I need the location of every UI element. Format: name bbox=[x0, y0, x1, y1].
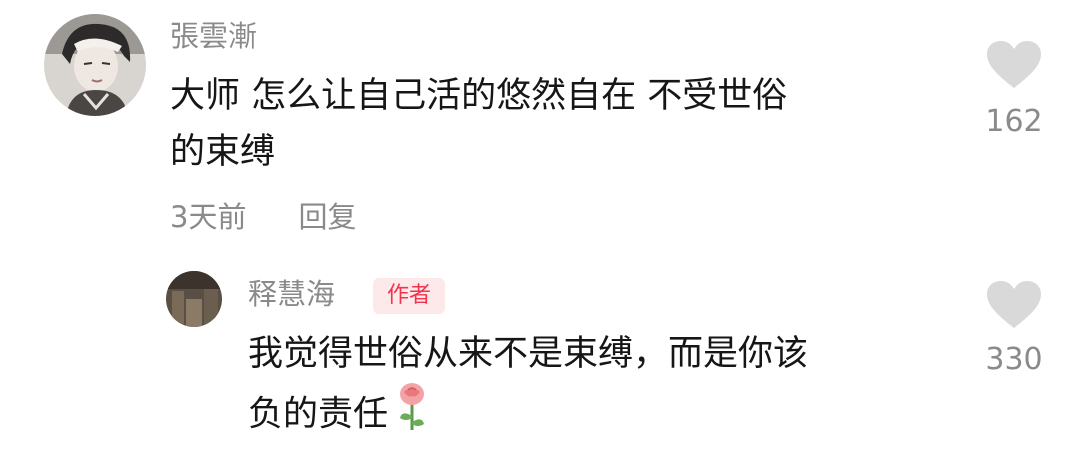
like-count: 330 bbox=[985, 342, 1043, 377]
comment-meta: 3天前 回复 bbox=[170, 197, 356, 237]
reply-text-line-2: 负的责任 bbox=[248, 382, 948, 449]
comment-text: 大师 怎么让自己活的悠然自在 不受世俗 的束缚 bbox=[170, 68, 930, 180]
comment-thread: 張雲漸 大师 怎么让自己活的悠然自在 不受世俗 的束缚 3天前 回复 162 释慧… bbox=[0, 0, 1080, 453]
avatar[interactable] bbox=[166, 271, 222, 327]
reply-button[interactable]: 回复 bbox=[298, 200, 356, 234]
reply-text: 我觉得世俗从来不是束缚，而是你该 负的责任 bbox=[248, 326, 948, 449]
avatar-image bbox=[44, 14, 146, 116]
heart-icon bbox=[987, 281, 1041, 328]
heart-icon bbox=[987, 41, 1041, 88]
reply-text-line: 负的责任 bbox=[248, 394, 389, 435]
rose-icon bbox=[394, 382, 430, 449]
reply-username[interactable]: 释慧海 bbox=[248, 276, 335, 312]
avatar[interactable] bbox=[44, 14, 146, 116]
comment-time: 3天前 bbox=[170, 200, 247, 234]
reply-text-line: 我觉得世俗从来不是束缚，而是你该 bbox=[248, 334, 809, 374]
like-button[interactable]: 330 bbox=[974, 280, 1054, 378]
comment-text-line: 的束缚 bbox=[170, 132, 276, 172]
author-badge: 作者 bbox=[373, 278, 445, 314]
like-button[interactable]: 162 bbox=[974, 40, 1054, 140]
comment-text-line: 大师 怎么让自己活的悠然自在 不受世俗 bbox=[170, 76, 788, 116]
comment-username[interactable]: 張雲漸 bbox=[170, 18, 257, 54]
avatar-image bbox=[166, 271, 222, 327]
like-count: 162 bbox=[985, 104, 1043, 139]
